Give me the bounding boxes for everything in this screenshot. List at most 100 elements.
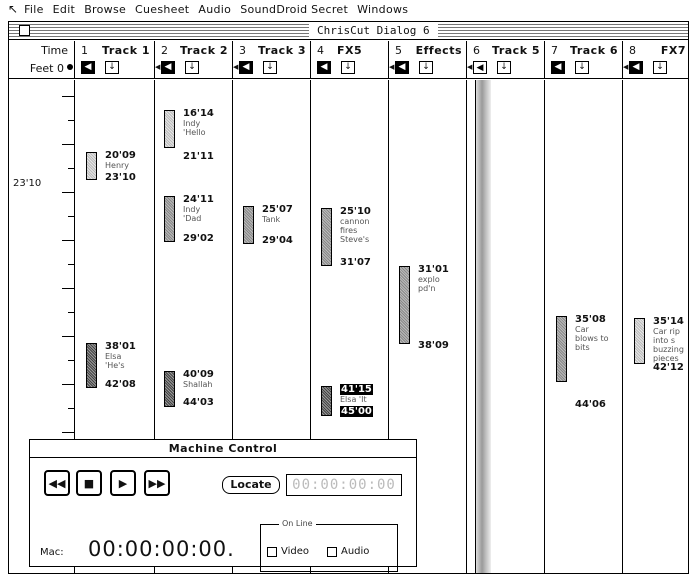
lane-track-5[interactable] xyxy=(467,80,545,573)
clip-description: Elsa 'He's xyxy=(105,352,125,370)
clip-bar[interactable] xyxy=(399,266,410,344)
video-checkbox[interactable]: Video xyxy=(267,546,309,557)
track-name: Track 2 xyxy=(180,44,228,57)
menu-audio[interactable]: Audio xyxy=(198,3,231,16)
record-arm-icon[interactable]: ↓ xyxy=(575,61,589,74)
speaker-icon[interactable]: ◀ xyxy=(81,61,95,74)
clip-out-time: 38'09 xyxy=(418,340,449,351)
track-number: 1 xyxy=(81,44,88,57)
fast-forward-button[interactable]: ▶▶ xyxy=(144,470,170,496)
clip-bar[interactable] xyxy=(86,152,97,180)
clip-description: cannon fires Steve's xyxy=(340,217,370,244)
ruler-tick xyxy=(68,168,74,169)
speaker-icon[interactable]: ◀ xyxy=(551,61,565,74)
menu-cuesheet[interactable]: Cuesheet xyxy=(135,3,189,16)
record-arm-icon[interactable]: ↓ xyxy=(653,61,667,74)
clip-out-time: 42'08 xyxy=(105,379,136,390)
lane-track-6[interactable]: 35'08 Car blows to bits 44'06 xyxy=(545,80,623,573)
track-header-8[interactable]: ◀ 8 FX7 ◀ ↓ xyxy=(623,41,688,79)
clip-in-time: 35'14 xyxy=(653,316,684,327)
track-header-2[interactable]: ◀ 2 Track 2 ◀ ↓ xyxy=(155,41,233,79)
speaker-icon[interactable]: ◀ xyxy=(161,61,175,74)
play-icon: ▶ xyxy=(118,476,128,490)
mac-label: Mac: xyxy=(40,547,64,558)
stop-icon: ■ xyxy=(83,476,95,490)
close-box-icon[interactable] xyxy=(19,25,30,36)
window-title: ChrisCut Dialog 6 xyxy=(309,24,438,38)
clip-bar[interactable] xyxy=(164,196,175,242)
clip-out-time: 31'07 xyxy=(340,257,371,268)
checkbox-icon[interactable] xyxy=(267,546,277,557)
track-header-7[interactable]: 7 Track 6 ◀ ↓ xyxy=(545,41,623,79)
feet-label: Feet 0 xyxy=(29,62,64,75)
track-header-3[interactable]: ◀ 3 Track 3 ◀ ↓ xyxy=(233,41,311,79)
ruler-tick xyxy=(62,144,74,145)
clip-out-time: 23'10 xyxy=(105,172,136,183)
track-name: Track 1 xyxy=(102,44,150,57)
audio-checkbox[interactable]: Audio xyxy=(327,546,369,557)
track-number: 3 xyxy=(239,44,246,57)
speaker-icon[interactable]: ◀ xyxy=(395,61,409,74)
title-bar[interactable]: ChrisCut Dialog 6 xyxy=(9,22,688,40)
ruler-tick xyxy=(68,264,74,265)
clip-in-time: 31'01 xyxy=(418,264,449,275)
clip-out-time: 29'04 xyxy=(262,235,293,246)
rewind-button[interactable]: ◀◀ xyxy=(44,470,70,496)
clip-bar[interactable] xyxy=(556,316,567,382)
video-label: Video xyxy=(281,546,310,557)
menu-edit[interactable]: Edit xyxy=(53,3,76,16)
speaker-icon[interactable]: ◀ xyxy=(629,61,643,74)
fast-forward-icon: ▶▶ xyxy=(148,476,166,490)
track-number: 7 xyxy=(551,44,558,57)
time-label: Time xyxy=(41,44,68,57)
record-arm-icon[interactable]: ↓ xyxy=(105,61,119,74)
track-number: 2 xyxy=(161,44,168,57)
speaker-icon[interactable]: ◀ xyxy=(239,61,253,74)
clip-bar[interactable] xyxy=(164,110,175,148)
menu-browse[interactable]: Browse xyxy=(84,3,126,16)
track-name: Track 6 xyxy=(570,44,618,57)
clip-bar[interactable] xyxy=(321,386,332,416)
track-header-6[interactable]: ◀ 6 Track 5 ◀ ↓ xyxy=(467,41,545,79)
locate-timecode-field[interactable]: 00:00:00:00 xyxy=(286,474,402,496)
clip-description: Shallah xyxy=(183,380,213,389)
clip-in-time: 40'09 xyxy=(183,369,214,380)
record-arm-icon[interactable]: ↓ xyxy=(185,61,199,74)
ruler-tick xyxy=(62,96,74,97)
speaker-icon[interactable]: ◀ xyxy=(473,61,487,74)
speaker-icon[interactable]: ◀ xyxy=(317,61,331,74)
menu-sounddroid-secret[interactable]: SoundDroid Secret xyxy=(240,3,348,16)
track-header-5[interactable]: ◀ 5 Effects ◀ ↓ xyxy=(389,41,467,79)
record-arm-icon[interactable]: ↓ xyxy=(419,61,433,74)
clip-bar[interactable] xyxy=(243,206,254,244)
rewind-icon: ◀◀ xyxy=(48,476,66,490)
track-name: FX5 xyxy=(337,44,363,57)
locate-button[interactable]: Locate xyxy=(222,476,280,494)
track-name: Track 3 xyxy=(258,44,306,57)
ruler-tick xyxy=(68,120,74,121)
clip-out-time: 29'02 xyxy=(183,233,214,244)
record-arm-icon[interactable]: ↓ xyxy=(497,61,511,74)
track-name: FX7 xyxy=(660,44,686,57)
record-arm-icon[interactable]: ↓ xyxy=(263,61,277,74)
clip-bar[interactable] xyxy=(164,371,175,407)
track-header-1[interactable]: 1 Track 1 ◀ ↓ xyxy=(75,41,155,79)
clip-description: Elsa 'It xyxy=(340,395,367,404)
stop-button[interactable]: ■ xyxy=(76,470,102,496)
track-header-4[interactable]: 4 FX5 ◀ ↓ xyxy=(311,41,389,79)
clip-bar[interactable] xyxy=(86,343,97,388)
arrow-cursor-icon: ↖ xyxy=(8,2,19,16)
play-button[interactable]: ▶ xyxy=(110,470,136,496)
clip-bar[interactable] xyxy=(634,318,645,364)
clip-bar[interactable] xyxy=(321,208,332,266)
track-name: Effects xyxy=(415,44,462,57)
track-arrow-icon: ◀ xyxy=(467,63,473,71)
ruler-tick xyxy=(62,288,74,289)
ruler-tick xyxy=(62,432,74,433)
menu-windows[interactable]: Windows xyxy=(357,3,408,16)
checkbox-icon[interactable] xyxy=(327,546,337,557)
menu-file[interactable]: File xyxy=(24,3,44,16)
ruler-tick xyxy=(68,216,74,217)
record-arm-icon[interactable]: ↓ xyxy=(341,61,355,74)
lane-fx7[interactable]: 35'14 Car rip into s buzzing pieces 42'1… xyxy=(623,80,688,573)
